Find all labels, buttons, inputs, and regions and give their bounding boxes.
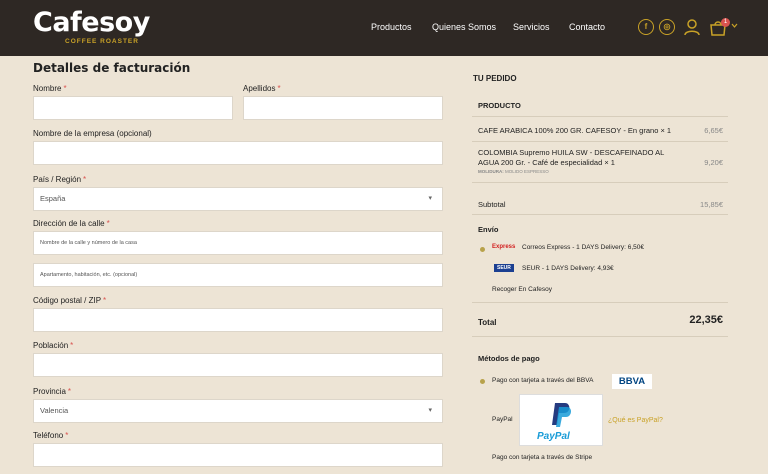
divider [472, 182, 728, 183]
shipping-radio-selected[interactable] [480, 247, 485, 252]
order-item-price: 6,65€ [704, 126, 723, 135]
divider [472, 141, 728, 142]
shipping-option-pickup[interactable]: Recoger En Cafesoy [492, 286, 552, 293]
payment-option-paypal[interactable]: PayPal [492, 416, 513, 423]
seur-logo: SEUR [494, 264, 514, 272]
bbva-logo: BBVA [612, 374, 652, 389]
payment-title: Métodos de pago [478, 354, 540, 363]
shipping-option-seur[interactable]: SEUR - 1 DAYS Delivery: 4,93€ [522, 265, 614, 272]
empresa-label: Nombre de la empresa (opcional) [33, 129, 152, 138]
subtotal-label: Subtotal [478, 200, 506, 209]
billing-title: Detalles de facturación [33, 61, 191, 75]
poblacion-label: Población * [33, 341, 74, 350]
logo-text: Cafesoy [33, 7, 150, 38]
chevron-down-icon[interactable] [731, 22, 738, 29]
nombre-field[interactable] [33, 96, 233, 120]
shipping-label: Envío [478, 225, 499, 234]
divider [472, 214, 728, 215]
telefono-field[interactable] [33, 443, 443, 467]
divider [472, 116, 728, 117]
direccion-field[interactable]: Nombre de la calle y número de la casa [33, 231, 443, 255]
instagram-icon[interactable]: ◎ [659, 19, 675, 35]
order-summary: PRODUCTO CAFE ARABICA 100% 200 GR. CAFES… [472, 92, 728, 474]
payment-option-stripe[interactable]: Pago con tarjeta a través de Stripe [492, 454, 592, 461]
cp-label: Código postal / ZIP * [33, 296, 107, 305]
nav-servicios[interactable]: Servicios [513, 22, 550, 32]
cart-count-badge: 1 [721, 18, 730, 27]
cp-field[interactable] [33, 308, 443, 332]
payment-radio-selected[interactable] [480, 379, 485, 384]
order-item-price: 9,20€ [704, 158, 723, 167]
payment-option-bbva[interactable]: Pago con tarjeta a través del BBVA [492, 377, 593, 384]
order-title: TU PEDIDO [473, 74, 517, 83]
apartamento-field[interactable]: Apartamento, habitación, etc. (opcional) [33, 263, 443, 287]
paypal-logo-text: PayPal [537, 431, 570, 442]
pais-label: País / Región * [33, 175, 87, 184]
provincia-select[interactable]: Valencia [33, 399, 443, 423]
poblacion-field[interactable] [33, 353, 443, 377]
nav-quienes-somos[interactable]: Quienes Somos [432, 22, 496, 32]
paypal-icon [552, 403, 572, 427]
site-logo[interactable]: Cafesoy COFFEE ROASTER [33, 7, 150, 46]
subtotal-value: 15,85€ [700, 200, 723, 209]
total-value: 22,35€ [689, 314, 723, 326]
correos-express-logo: Express [492, 244, 516, 250]
empresa-field[interactable] [33, 141, 443, 165]
nav-contacto[interactable]: Contacto [569, 22, 605, 32]
what-is-paypal-link[interactable]: ¿Qué es PayPal? [608, 417, 663, 424]
apellidos-field[interactable] [243, 96, 443, 120]
divider [472, 302, 728, 303]
product-header: PRODUCTO [478, 101, 521, 110]
site-header: Cafesoy COFFEE ROASTER Productos Quienes… [0, 0, 768, 56]
telefono-label: Teléfono * [33, 431, 69, 440]
logo-subtitle: COFFEE ROASTER [65, 38, 139, 45]
nav-productos[interactable]: Productos [371, 22, 412, 32]
provincia-label: Provincia * [33, 387, 72, 396]
order-item: AGUA 200 Gr. - Café de especialidad × 1 [478, 158, 615, 167]
user-icon[interactable] [684, 19, 700, 36]
order-item-name-line1: COLOMBIA Supremo HUILA SW - DESCAFEINADO… [478, 148, 665, 157]
direccion-label: Dirección de la calle * [33, 219, 110, 228]
nombre-label: Nombre * [33, 84, 67, 93]
total-label: Total [478, 318, 497, 327]
apellidos-label: Apellidos * [243, 84, 281, 93]
order-item: CAFE ARABICA 100% 200 GR. CAFESOY - En g… [478, 126, 672, 135]
divider [472, 336, 728, 337]
paypal-logo-box: PayPal [519, 394, 603, 446]
shipping-option-correos[interactable]: Correos Express - 1 DAYS Delivery: 6,50€ [522, 244, 644, 251]
order-item-meta: MOLIDURA: MOLIDO ESPRESSO [478, 169, 549, 174]
facebook-icon[interactable]: f [638, 19, 654, 35]
pais-select[interactable]: España [33, 187, 443, 211]
